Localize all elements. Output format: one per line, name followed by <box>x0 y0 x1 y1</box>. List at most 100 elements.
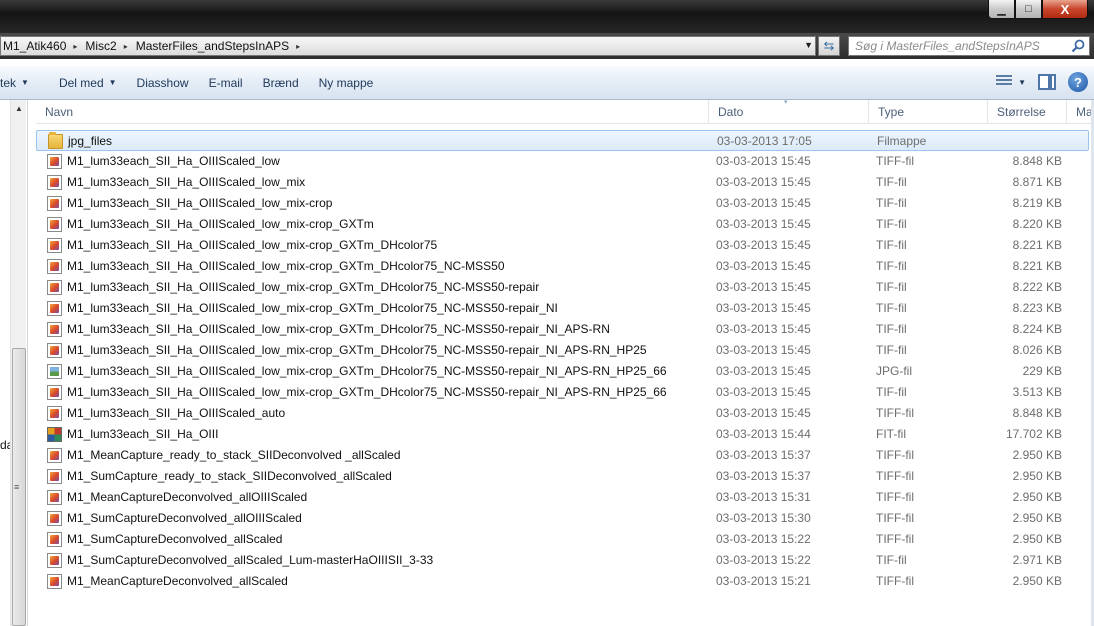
file-size: 2.950 KB <box>1012 490 1062 504</box>
file-row[interactable]: M1_lum33each_SII_Ha_OIIIScaled_low_mix-c… <box>36 340 1094 361</box>
minimize-button[interactable]: ▁ <box>988 0 1015 19</box>
tiff-file-icon <box>47 553 62 568</box>
file-size: 8.224 KB <box>1012 322 1062 336</box>
file-row[interactable]: M1_lum33each_SII_Ha_OIIIScaled_low_mix-c… <box>36 298 1094 319</box>
tiff-file-icon <box>47 196 62 211</box>
breadcrumb-misc2[interactable]: Misc2 <box>83 39 119 53</box>
file-date: 03-03-2013 15:30 <box>716 511 811 525</box>
file-type: TIFF-fil <box>876 469 914 483</box>
command-toolbar: tek ▼ Del med ▼ Diasshow E-mail Brænd Ny m… <box>0 66 1094 100</box>
column-header-name[interactable]: Navn <box>36 100 709 124</box>
file-size: 8.221 KB <box>1012 259 1062 273</box>
new-folder-button[interactable]: Ny mappe <box>309 66 384 99</box>
address-bar[interactable]: M1_Atik460 ▸ Misc2 ▸ MasterFiles_andStep… <box>0 36 816 56</box>
file-date: 03-03-2013 15:22 <box>716 553 811 567</box>
file-size: 8.221 KB <box>1012 238 1062 252</box>
file-row[interactable]: M1_MeanCaptureDeconvolved_allScaled 03-03… <box>36 571 1094 592</box>
column-header-size[interactable]: Størrelse <box>988 100 1067 124</box>
slideshow-button[interactable]: Diasshow <box>127 66 199 99</box>
breadcrumb-separator-icon[interactable]: ▸ <box>69 42 83 51</box>
scroll-up-icon[interactable]: ▲ <box>15 104 23 113</box>
file-name: M1_MeanCaptureDeconvolved_allScaled <box>67 574 288 588</box>
share-with-label: Del med <box>58 75 104 90</box>
column-header-extra[interactable]: Ma <box>1067 100 1094 124</box>
close-button[interactable]: X <box>1042 0 1088 19</box>
folder-row[interactable]: jpg_files 03-03-2013 17:05 Filmappe <box>36 130 1089 151</box>
file-name: M1_SumCaptureDeconvolved_allScaled <box>67 532 283 546</box>
tiff-file-icon <box>47 175 62 190</box>
file-date: 03-03-2013 15:22 <box>716 532 811 546</box>
file-size: 3.513 KB <box>1012 385 1062 399</box>
breadcrumb-separator-icon[interactable]: ▸ <box>292 42 306 51</box>
search-input[interactable]: Søg i MasterFiles_andStepsInAPS <box>848 36 1090 56</box>
file-row[interactable]: M1_SumCapture_ready_to_stack_SIIDeconvol… <box>36 466 1094 487</box>
chevron-down-icon: ▼ <box>1018 77 1026 87</box>
file-row[interactable]: M1_lum33each_SII_Ha_OIIIScaled_low_mix-c… <box>36 277 1094 298</box>
email-button[interactable]: E-mail <box>199 66 253 99</box>
organize-button[interactable]: tek ▼ <box>0 66 39 99</box>
file-name: M1_lum33each_SII_Ha_OIIIScaled_low_mix-c… <box>67 238 438 252</box>
file-row[interactable]: M1_lum33each_SII_Ha_OIIIScaled_low_mix-c… <box>36 214 1094 235</box>
file-name: M1_lum33each_SII_Ha_OIIIScaled_low_mix-c… <box>67 343 647 357</box>
file-name: jpg_files <box>68 134 113 148</box>
tiff-file-icon <box>47 448 62 463</box>
file-row[interactable]: M1_SumCaptureDeconvolved_allOIIIScaled 03… <box>36 508 1094 529</box>
fit-file-icon <box>47 427 62 442</box>
column-header-date[interactable]: Dato <box>709 100 869 124</box>
file-row[interactable]: M1_lum33each_SII_Ha_OIIIScaled_low_mix-c… <box>36 235 1094 256</box>
toolbar-right-group: ▼ ? <box>996 72 1088 92</box>
file-row[interactable]: M1_lum33each_SII_Ha_OIIIScaled_low 03-03-… <box>36 151 1094 172</box>
file-row[interactable]: M1_SumCaptureDeconvolved_allScaled_Lum-m… <box>36 550 1094 571</box>
search-icon[interactable] <box>1071 39 1085 53</box>
file-date: 03-03-2013 15:45 <box>716 322 811 336</box>
file-row[interactable]: M1_MeanCaptureDeconvolved_allOIIIScaled 0… <box>36 487 1094 508</box>
file-name: M1_lum33each_SII_Ha_OIIIScaled_low_mix <box>67 175 306 189</box>
file-type: TIF-fil <box>876 343 907 357</box>
share-with-button[interactable]: Del med ▼ <box>49 66 127 99</box>
address-dropdown-icon[interactable]: ▼ <box>804 40 813 50</box>
file-row[interactable]: M1_lum33each_SII_Ha_OIIIScaled_low_mix 03… <box>36 172 1094 193</box>
file-row[interactable]: M1_SumCaptureDeconvolved_allScaled 03-03-… <box>36 529 1094 550</box>
file-row[interactable]: M1_lum33each_SII_Ha_OIIIScaled_low_mix-c… <box>36 382 1094 403</box>
navigation-scrollbar[interactable]: ▲ ≡ <box>10 100 26 626</box>
change-view-button[interactable]: ▼ <box>996 75 1026 89</box>
file-name: M1_lum33each_SII_Ha_OIII <box>67 427 219 441</box>
file-row[interactable]: M1_lum33each_SII_Ha_OIIIScaled_low_mix-c… <box>36 361 1094 382</box>
file-type: JPG-fil <box>876 364 912 378</box>
file-name: M1_SumCaptureDeconvolved_allOIIIScaled <box>67 511 302 525</box>
file-row[interactable]: M1_lum33each_SII_Ha_OIIIScaled_auto 03-03… <box>36 403 1094 424</box>
file-row[interactable]: M1_lum33each_SII_Ha_OIIIScaled_low_mix-c… <box>36 256 1094 277</box>
burn-button[interactable]: Brænd <box>253 66 309 99</box>
maximize-button[interactable]: □ <box>1015 0 1042 19</box>
breadcrumb-separator-icon[interactable]: ▸ <box>120 42 134 51</box>
burn-label: Brænd <box>262 75 299 90</box>
file-name: M1_lum33each_SII_Ha_OIIIScaled_low_mix-c… <box>67 217 374 231</box>
chevron-down-icon: ▼ <box>21 78 29 87</box>
column-name-label: Navn <box>45 105 74 119</box>
file-date: 03-03-2013 15:45 <box>716 259 811 273</box>
file-name: M1_lum33each_SII_Ha_OIIIScaled_auto <box>67 406 286 420</box>
preview-pane-icon[interactable] <box>1038 74 1056 90</box>
file-size: 8.848 KB <box>1012 406 1062 420</box>
file-row[interactable]: M1_MeanCapture_ready_to_stack_SIIDeconvo… <box>36 445 1094 466</box>
refresh-button[interactable]: ⇆ <box>818 36 840 56</box>
close-icon: X <box>1060 1 1070 17</box>
file-row[interactable]: M1_lum33each_SII_Ha_OIII 03-03-2013 15:44… <box>36 424 1094 445</box>
breadcrumb-m1-atik460[interactable]: M1_Atik460 <box>1 39 69 53</box>
file-type: TIFF-fil <box>876 490 914 504</box>
file-size: 8.848 KB <box>1012 154 1062 168</box>
file-size: 2.950 KB <box>1012 448 1062 462</box>
breadcrumb-masterfiles[interactable]: MasterFiles_andStepsInAPS <box>134 39 292 53</box>
title-bar: ▁ □ X <box>0 0 1094 33</box>
help-icon[interactable]: ? <box>1068 72 1088 92</box>
file-type: FIT-fil <box>876 427 906 441</box>
file-row[interactable]: M1_lum33each_SII_Ha_OIIIScaled_low_mix-c… <box>36 319 1094 340</box>
refresh-icon: ⇆ <box>823 38 835 53</box>
file-size: 229 KB <box>1022 364 1062 378</box>
tiff-file-icon <box>47 469 62 484</box>
file-type: TIFF-fil <box>876 511 914 525</box>
column-header-type[interactable]: Type <box>869 100 988 124</box>
file-name: M1_lum33each_SII_Ha_OIIIScaled_low_mix-c… <box>67 301 558 315</box>
file-row[interactable]: M1_lum33each_SII_Ha_OIIIScaled_low_mix-c… <box>36 193 1094 214</box>
tiff-file-icon <box>47 322 62 337</box>
